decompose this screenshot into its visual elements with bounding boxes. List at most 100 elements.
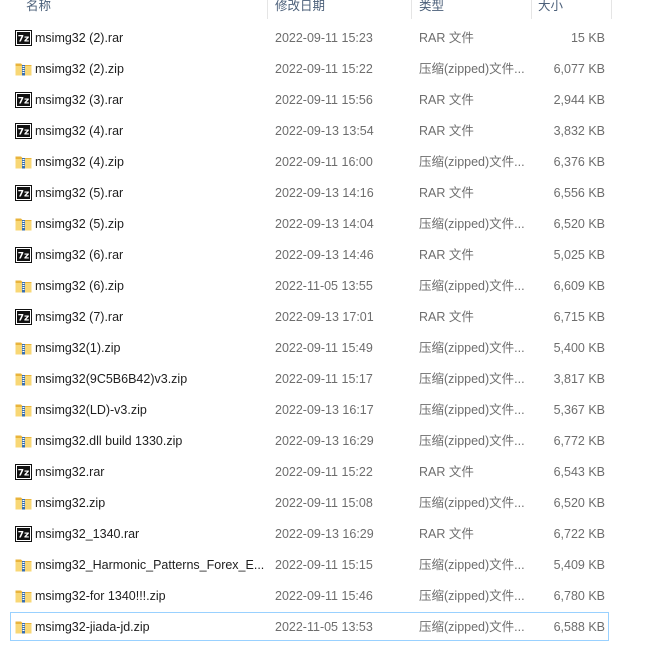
file-date: 2022-09-13 14:04 (275, 217, 374, 231)
rar-archive-icon: 7z (15, 185, 32, 201)
file-row[interactable]: 7z msimg32 (5).rar 2022-09-13 14:16 RAR 文件 6… (10, 178, 609, 207)
rar-archive-icon: 7z (15, 30, 32, 46)
file-row[interactable]: msimg32 (6).zip 2022-11-05 13:55 压缩(zipped… (10, 271, 609, 300)
file-date: 2022-09-13 17:01 (275, 310, 374, 324)
rar-archive-icon: 7z (15, 526, 32, 542)
file-size: 6,588 KB (553, 620, 605, 634)
file-row[interactable]: msimg32(LD)-v3.zip 2022-09-13 16:17 压缩(zip… (10, 395, 609, 424)
file-name: msimg32 (6).rar (35, 248, 124, 262)
zip-folder-icon (15, 402, 32, 418)
file-size: 5,409 KB (553, 558, 605, 572)
svg-text:7z: 7z (18, 314, 30, 324)
file-date: 2022-09-13 14:16 (275, 186, 374, 200)
zip-folder-icon (15, 216, 32, 232)
file-row[interactable]: msimg32 (2).zip 2022-09-11 15:22 压缩(zipped… (10, 54, 609, 83)
column-header-type[interactable]: 类型 (419, 0, 444, 18)
file-size: 5,367 KB (553, 403, 605, 417)
file-row[interactable]: msimg32 (4).zip 2022-09-11 16:00 压缩(zipped… (10, 147, 609, 176)
file-name: msimg32 (4).zip (35, 155, 124, 169)
file-date: 2022-09-13 16:17 (275, 403, 374, 417)
file-size: 5,025 KB (553, 248, 605, 262)
svg-text:7z: 7z (18, 128, 30, 138)
file-date: 2022-11-05 13:53 (275, 620, 373, 634)
zip-folder-icon (15, 278, 32, 294)
column-header-size[interactable]: 大小 (538, 0, 563, 18)
file-name: msimg32-jiada-jd.zip (35, 620, 150, 634)
file-row[interactable]: msimg32 (5).zip 2022-09-13 14:04 压缩(zipped… (10, 209, 609, 238)
file-size: 6,376 KB (553, 155, 605, 169)
file-date: 2022-09-13 13:54 (275, 124, 374, 138)
file-date: 2022-09-13 16:29 (275, 434, 374, 448)
svg-text:7z: 7z (18, 252, 30, 262)
file-name: msimg32(LD)-v3.zip (35, 403, 147, 417)
file-date: 2022-09-13 14:46 (275, 248, 374, 262)
file-size: 3,817 KB (553, 372, 605, 386)
file-date: 2022-09-11 15:49 (275, 341, 373, 355)
file-name: msimg32(9C5B6B42)v3.zip (35, 372, 188, 386)
column-header-date[interactable]: 修改日期 (275, 0, 325, 18)
file-name: msimg32.rar (35, 465, 105, 479)
file-date: 2022-09-11 15:22 (275, 465, 373, 479)
file-date: 2022-11-05 13:55 (275, 279, 373, 293)
zip-folder-icon (15, 557, 32, 573)
file-row[interactable]: 7z msimg32 (7).rar 2022-09-13 17:01 RAR 文件 6… (10, 302, 609, 331)
file-row[interactable]: 7z msimg32 (2).rar 2022-09-11 15:23 RAR 文件 1… (10, 23, 609, 52)
zip-folder-icon (15, 495, 32, 511)
file-row[interactable]: 7z msimg32 (3).rar 2022-09-11 15:56 RAR 文件 2… (10, 85, 609, 114)
svg-text:7z: 7z (18, 35, 30, 45)
file-size: 15 KB (570, 31, 605, 45)
column-divider[interactable] (267, 0, 268, 19)
file-row[interactable]: msimg32-jiada-jd.zip 2022-11-05 13:53 压缩(z… (10, 612, 609, 641)
file-date: 2022-09-11 15:46 (275, 589, 373, 603)
zip-folder-icon (15, 433, 32, 449)
svg-text:7z: 7z (18, 531, 30, 541)
file-date: 2022-09-11 16:00 (275, 155, 373, 169)
file-row[interactable]: 7z msimg32.rar 2022-09-11 15:22 RAR 文件 6,543… (10, 457, 609, 486)
file-name: msimg32 (5).rar (35, 186, 124, 200)
file-size: 2,944 KB (553, 93, 605, 107)
file-name: msimg32 (5).zip (35, 217, 124, 231)
rar-archive-icon: 7z (15, 247, 32, 263)
column-header-name[interactable]: 名称 (26, 0, 51, 18)
column-divider[interactable] (611, 0, 612, 19)
file-name: msimg32_1340.rar (35, 527, 140, 541)
zip-folder-icon (15, 371, 32, 387)
file-size: 6,780 KB (553, 589, 605, 603)
column-header: 名称 修改日期 类型 大小 (0, 0, 612, 19)
column-divider[interactable] (411, 0, 412, 19)
file-name: msimg32-for 1340!!!.zip (35, 589, 166, 603)
file-size: 6,543 KB (553, 465, 605, 479)
file-row[interactable]: 7z msimg32 (6).rar 2022-09-13 14:46 RAR 文件 5… (10, 240, 609, 269)
file-size: 6,609 KB (553, 279, 605, 293)
file-name: msimg32.zip (35, 496, 106, 510)
file-date: 2022-09-11 15:15 (275, 558, 373, 572)
rar-archive-icon: 7z (15, 464, 32, 480)
file-name: msimg32 (4).rar (35, 124, 124, 138)
file-row[interactable]: msimg32.dll build 1330.zip 2022-09-13 16:… (10, 426, 609, 455)
file-size: 5,400 KB (553, 341, 605, 355)
file-row[interactable]: msimg32.zip 2022-09-11 15:08 压缩(zipped)文件.… (10, 488, 609, 517)
file-date: 2022-09-11 15:17 (275, 372, 373, 386)
rar-archive-icon: 7z (15, 309, 32, 325)
file-row[interactable]: 7z msimg32_1340.rar 2022-09-13 16:29 RAR 文件… (10, 519, 609, 548)
file-row[interactable]: msimg32-for 1340!!!.zip 2022-09-11 15:46 压… (10, 581, 609, 610)
file-name: msimg32 (2).rar (35, 31, 124, 45)
file-row[interactable]: msimg32(1).zip 2022-09-11 15:49 压缩(zipped)… (10, 333, 609, 362)
file-size: 6,772 KB (553, 434, 605, 448)
file-size: 6,556 KB (553, 186, 605, 200)
column-divider[interactable] (531, 0, 532, 19)
file-date: 2022-09-11 15:08 (275, 496, 373, 510)
file-size: 6,520 KB (553, 496, 605, 510)
rar-archive-icon: 7z (15, 123, 32, 139)
file-date: 2022-09-11 15:56 (275, 93, 373, 107)
file-size: 3,832 KB (553, 124, 605, 138)
svg-text:7z: 7z (18, 190, 30, 200)
file-size: 6,715 KB (553, 310, 605, 324)
file-size: 6,520 KB (553, 217, 605, 231)
file-row[interactable]: msimg32_Harmonic_Patterns_Forex_E... 2022… (10, 550, 609, 579)
zip-folder-icon (15, 588, 32, 604)
zip-folder-icon (15, 619, 32, 635)
zip-folder-icon (15, 154, 32, 170)
file-row[interactable]: 7z msimg32 (4).rar 2022-09-13 13:54 RAR 文件 3… (10, 116, 609, 145)
file-row[interactable]: msimg32(9C5B6B42)v3.zip 2022-09-11 15:17 压… (10, 364, 609, 393)
